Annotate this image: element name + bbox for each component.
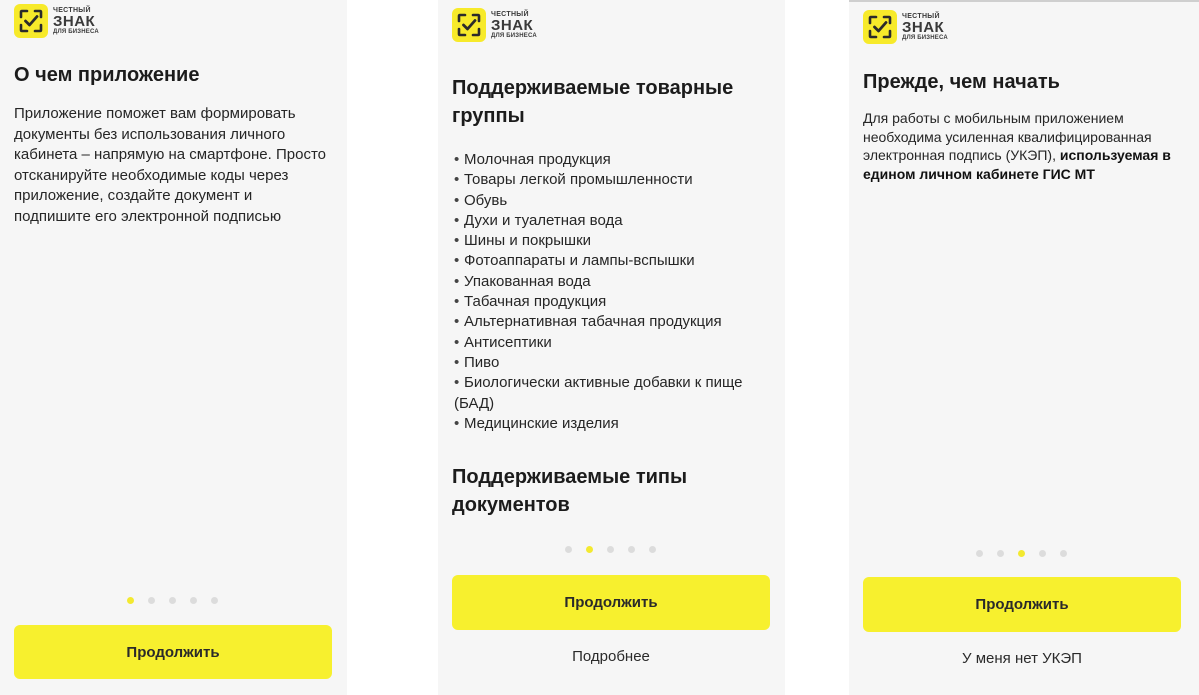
logo-line-2: ЗНАК [491,17,534,34]
page-dot-3 [1018,550,1025,557]
brand-logo: ЧЕСТНЫЙ ЗНАК ДЛЯ БИЗНЕСА [14,4,99,38]
product-group-item: Духи и туалетная вода [454,211,780,231]
page-title: Поддерживаемые товарные группы [452,77,734,127]
product-group-item: Альтернативная табачная продукция [454,312,780,332]
page-indicator [127,597,218,604]
page-dot-1 [976,550,983,557]
page-dot-2 [148,597,155,604]
product-group-item: Пиво [454,353,780,373]
product-group-item: Молочная продукция [454,150,780,170]
continue-button[interactable]: Продолжить [14,625,332,679]
page-dot-3 [169,597,176,604]
continue-button[interactable]: Продолжить [452,575,770,630]
page-dot-1 [565,546,572,553]
onboarding-screen-about: ЧЕСТНЫЙ ЗНАК ДЛЯ БИЗНЕСА О чем приложени… [0,0,347,695]
page-dot-5 [1060,550,1067,557]
checkmark-logo-icon [452,8,486,42]
product-group-item: Упакованная вода [454,272,780,292]
brand-logo: ЧЕСТНЫЙ ЗНАК ДЛЯ БИЗНЕСА [863,10,948,44]
requirement-text: Для работы с мобильным приложением необх… [863,109,1181,183]
page-title: Прежде, чем начать [863,71,1060,93]
logo-line-3: ДЛЯ БИЗНЕСА [491,33,537,39]
page-dot-4 [628,546,635,553]
page-dot-4 [190,597,197,604]
description-text: Приложение поможет вам формировать докум… [14,105,326,225]
logo-line-2: ЗНАК [53,13,96,30]
page-dot-2 [586,546,593,553]
no-signature-link[interactable]: У меня нет УКЭП [863,650,1181,667]
logo-line-2: ЗНАК [902,19,945,36]
page-indicator [565,546,656,553]
page-dot-4 [1039,550,1046,557]
page-dot-5 [649,546,656,553]
page-dot-3 [607,546,614,553]
page-indicator [976,550,1067,557]
product-group-item: Биологически активные добавки к пище (БА… [454,373,780,414]
onboarding-screen-before-start: ЧЕСТНЫЙ ЗНАК ДЛЯ БИЗНЕСА Прежде, чем нач… [849,0,1199,695]
page-dot-2 [997,550,1004,557]
product-group-item: Товары легкой промышленности [454,170,780,190]
checkmark-logo-icon [14,4,48,38]
continue-button[interactable]: Продолжить [863,577,1181,632]
onboarding-screen-product-groups: ЧЕСТНЫЙ ЗНАК ДЛЯ БИЗНЕСА Поддерживаемые … [438,0,785,695]
product-group-item: Шины и покрышки [454,231,780,251]
product-group-item: Фотоаппараты и лампы-вспышки [454,251,780,271]
product-groups-list: Молочная продукцияТовары легкой промышле… [454,150,780,434]
page-dot-5 [211,597,218,604]
product-group-item: Табачная продукция [454,292,780,312]
product-group-item: Антисептики [454,333,780,353]
checkmark-logo-icon [863,10,897,44]
product-group-item: Обувь [454,191,780,211]
logo-line-3: ДЛЯ БИЗНЕСА [902,35,948,41]
page-title: О чем приложение [14,64,200,86]
logo-line-3: ДЛЯ БИЗНЕСА [53,29,99,35]
more-info-link[interactable]: Подробнее [452,648,770,665]
page-dot-1 [127,597,134,604]
product-group-item: Медицинские изделия [454,414,780,434]
brand-logo: ЧЕСТНЫЙ ЗНАК ДЛЯ БИЗНЕСА [452,8,537,42]
section-title-document-types: Поддерживаемые типы документов [452,466,688,516]
